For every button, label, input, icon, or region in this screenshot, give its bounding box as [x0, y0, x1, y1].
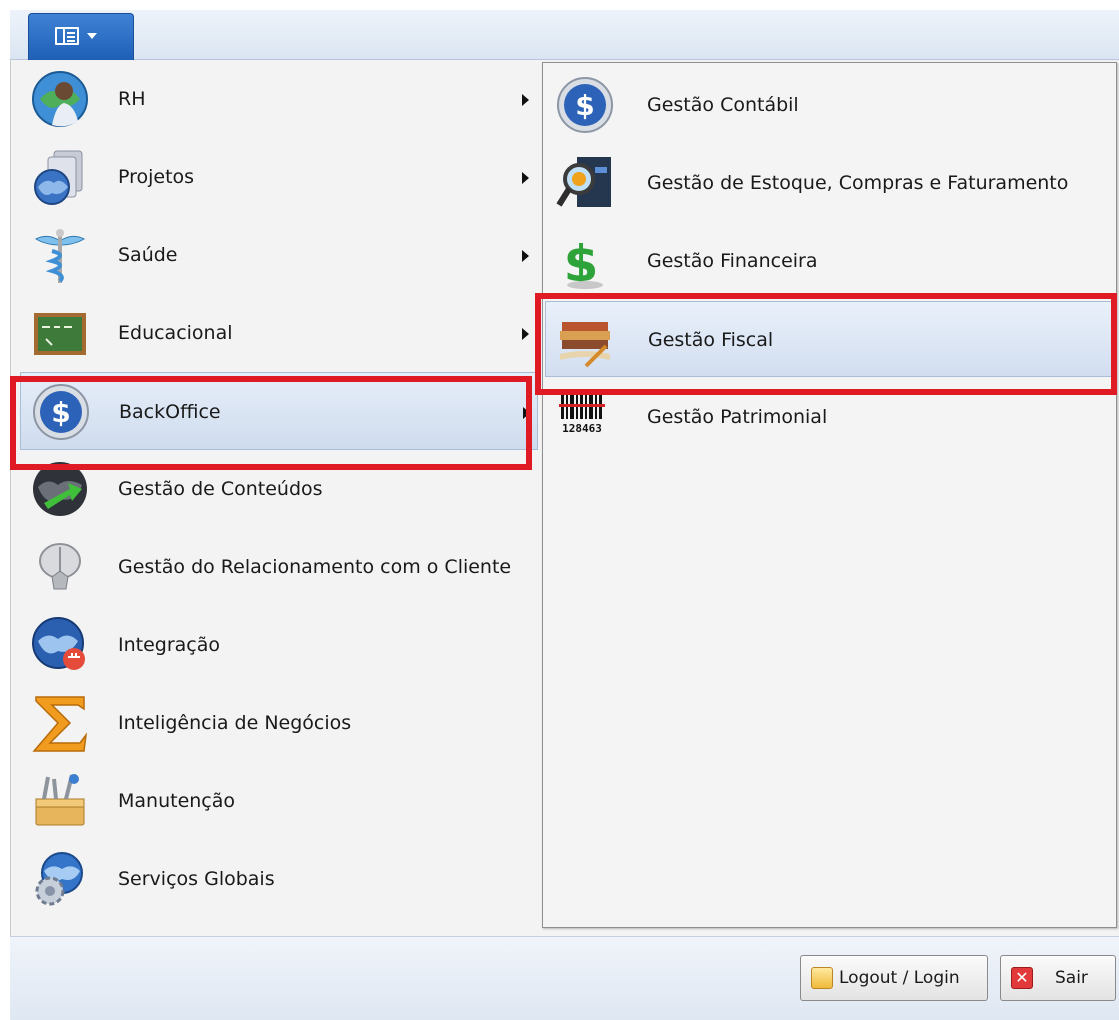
menu-item-label: Projetos	[118, 166, 195, 188]
menu-item-gestao-relacionamento[interactable]: Gestão do Relacionamento com o Cliente	[20, 528, 538, 606]
magnifier-report-icon	[556, 157, 611, 207]
caduceus-icon	[34, 229, 86, 283]
menu-item-label: Serviços Globais	[118, 868, 275, 890]
menu-item-label: Inteligência de Negócios	[118, 712, 352, 734]
barcode-number: 128463	[562, 422, 602, 435]
close-icon: ✕	[1011, 967, 1033, 989]
exit-button[interactable]: ✕ Sair	[1000, 955, 1116, 1001]
menu-item-servicos-globais[interactable]: Serviços Globais	[20, 840, 538, 918]
sigma-icon	[32, 696, 88, 752]
submenu-arrow-icon	[522, 250, 529, 262]
submenu-arrow-icon	[522, 328, 529, 340]
submenu-item-gestao-contabil[interactable]: $ Gestão Contábil	[545, 67, 1114, 143]
toolbox-icon	[35, 774, 85, 826]
submenu-item-gestao-estoque[interactable]: Gestão de Estoque, Compras e Faturamento	[545, 145, 1114, 221]
menu-item-manutencao[interactable]: Manutenção	[20, 762, 538, 840]
menu-item-label: RH	[118, 88, 146, 110]
exit-label: Sair	[1055, 968, 1088, 988]
person-globe-icon	[32, 71, 88, 127]
menu-grid-icon	[55, 27, 79, 45]
submenu-item-label: Gestão de Estoque, Compras e Faturamento	[647, 172, 1069, 194]
logout-login-label: Logout / Login	[839, 968, 960, 988]
submenu-arrow-icon	[522, 172, 529, 184]
globe-plug-icon	[32, 617, 85, 670]
menu-item-label: Gestão do Relacionamento com o Cliente	[118, 556, 512, 578]
start-menu-window: RH Projetos Saúde Educacional $ BackOffi…	[0, 0, 1119, 1020]
submenu-panel: $ Gestão Contábil Gestão de Estoque, Com…	[542, 62, 1117, 928]
green-dollar-icon: $	[564, 235, 603, 291]
globe-gear-icon	[35, 852, 83, 906]
main-menu-list: RH Projetos Saúde Educacional $ BackOffi…	[10, 60, 538, 936]
menu-item-rh[interactable]: RH	[20, 60, 538, 138]
dollar-coin-icon: $	[557, 77, 613, 133]
svg-text:$: $	[575, 89, 594, 122]
menu-item-label: Manutenção	[118, 790, 236, 812]
submenu-item-label: Gestão Contábil	[647, 94, 799, 116]
satellite-dish-icon	[39, 543, 81, 590]
top-bar	[10, 10, 1119, 60]
highlight-box-backoffice	[10, 376, 532, 470]
caret-down-icon	[87, 33, 97, 39]
highlight-box-gestao-fiscal	[535, 293, 1117, 395]
menu-item-projetos[interactable]: Projetos	[20, 138, 538, 216]
chalkboard-icon	[34, 313, 86, 355]
submenu-item-gestao-financeira[interactable]: $ Gestão Financeira	[545, 223, 1114, 299]
menu-item-integracao[interactable]: Integração	[20, 606, 538, 684]
menu-item-inteligencia-negocios[interactable]: Inteligência de Negócios	[20, 684, 538, 762]
app-menu-button[interactable]	[28, 13, 134, 61]
barcode-icon: 128463	[559, 393, 605, 435]
globe-documents-icon	[34, 150, 83, 205]
menu-item-label: Saúde	[118, 244, 178, 266]
submenu-arrow-icon	[522, 94, 529, 106]
users-key-icon	[811, 967, 833, 989]
menu-item-saude[interactable]: Saúde	[20, 216, 538, 294]
menu-footer: Logout / Login ✕ Sair	[10, 936, 1119, 1020]
logout-login-button[interactable]: Logout / Login	[800, 955, 988, 1001]
menu-item-label: Integração	[118, 634, 221, 656]
menu-item-educacional[interactable]: Educacional	[20, 294, 538, 372]
menu-item-label: Educacional	[118, 322, 233, 344]
submenu-item-label: Gestão Financeira	[647, 250, 818, 272]
